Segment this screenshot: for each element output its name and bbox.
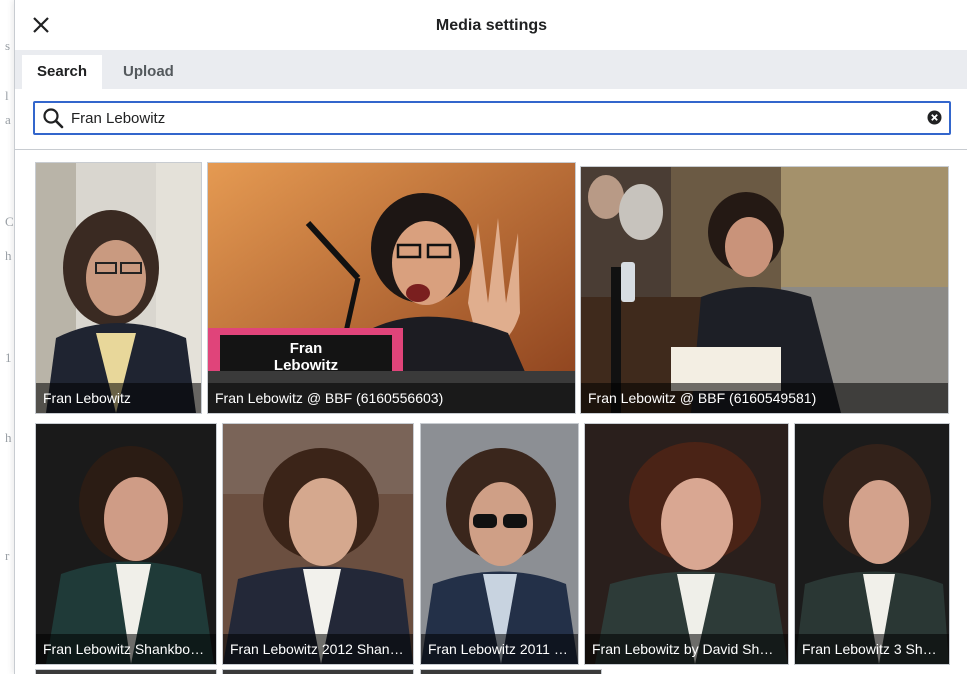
result-tile[interactable]: Fran Lebowitz 2012 Shankbone — [222, 423, 414, 665]
result-tile[interactable]: Fran Lebowitz 3 Shankbone — [794, 423, 950, 665]
result-caption: Fran Lebowitz 2012 Shankbone — [223, 634, 413, 664]
result-tile[interactable]: Fran Lebowitz Fran Lebowitz @ BBF (61605… — [207, 162, 576, 414]
result-tile[interactable]: Fran Lebowitz @ BBF (6160549581) — [580, 166, 949, 414]
result-caption: Fran Lebowitz — [36, 383, 201, 413]
search-results-grid: Fran Lebowitz Fran Lebowitz Fran Lebowit… — [15, 150, 967, 674]
background-text: l — [5, 88, 9, 103]
search-bar — [15, 89, 967, 150]
result-thumbnail — [36, 163, 201, 413]
result-thumbnail: Fran Lebowitz — [208, 163, 575, 413]
tab-bar: Search Upload — [15, 51, 967, 89]
search-icon — [43, 108, 64, 129]
background-text: h — [5, 248, 12, 263]
dialog-titlebar: Media settings — [15, 0, 967, 51]
dialog-title: Media settings — [435, 17, 548, 34]
result-tile[interactable]: Fran Lebowitz Shankbone 2012 Shankbone — [35, 423, 217, 665]
podium-sign-line1: Fran — [290, 340, 323, 357]
background-text: s — [5, 38, 11, 53]
result-caption: Fran Lebowitz by David Shankbone — [585, 634, 788, 664]
result-caption: Fran Lebowitz Shankbone 2012 Shankbone — [36, 634, 216, 664]
background-text: h — [5, 430, 12, 445]
result-tile[interactable]: Fran Lebowitz 2011 Shankbone — [420, 423, 579, 665]
background-text: 1 — [5, 350, 12, 365]
background-text: r — [5, 548, 10, 563]
background-text: C — [5, 214, 14, 229]
result-tile-partial[interactable] — [222, 669, 414, 674]
result-tile-partial[interactable] — [420, 669, 602, 674]
background-text: a — [5, 112, 11, 127]
tab-upload[interactable]: Upload — [108, 55, 189, 89]
media-settings-dialog: Media settings Search Upload Fran Lebowi… — [14, 0, 967, 674]
result-thumbnail — [795, 424, 949, 664]
search-input[interactable] — [71, 106, 911, 130]
result-caption: Fran Lebowitz @ BBF (6160549581) — [581, 383, 948, 413]
result-caption: Fran Lebowitz 2011 Shankbone — [421, 634, 578, 664]
result-thumbnail — [421, 424, 578, 664]
clear-icon[interactable] — [927, 110, 942, 125]
search-field[interactable] — [33, 101, 951, 135]
result-thumbnail — [36, 424, 216, 664]
result-caption: Fran Lebowitz 3 Shankbone — [795, 634, 949, 664]
result-tile-partial[interactable] — [35, 669, 217, 674]
result-thumbnail — [223, 424, 413, 664]
tab-search[interactable]: Search — [22, 55, 103, 89]
result-tile[interactable]: Fran Lebowitz — [35, 162, 202, 414]
result-thumbnail — [585, 424, 788, 664]
result-tile[interactable]: Fran Lebowitz by David Shankbone — [584, 423, 789, 665]
result-thumbnail — [581, 167, 948, 413]
result-caption: Fran Lebowitz @ BBF (6160556603) — [208, 383, 575, 413]
